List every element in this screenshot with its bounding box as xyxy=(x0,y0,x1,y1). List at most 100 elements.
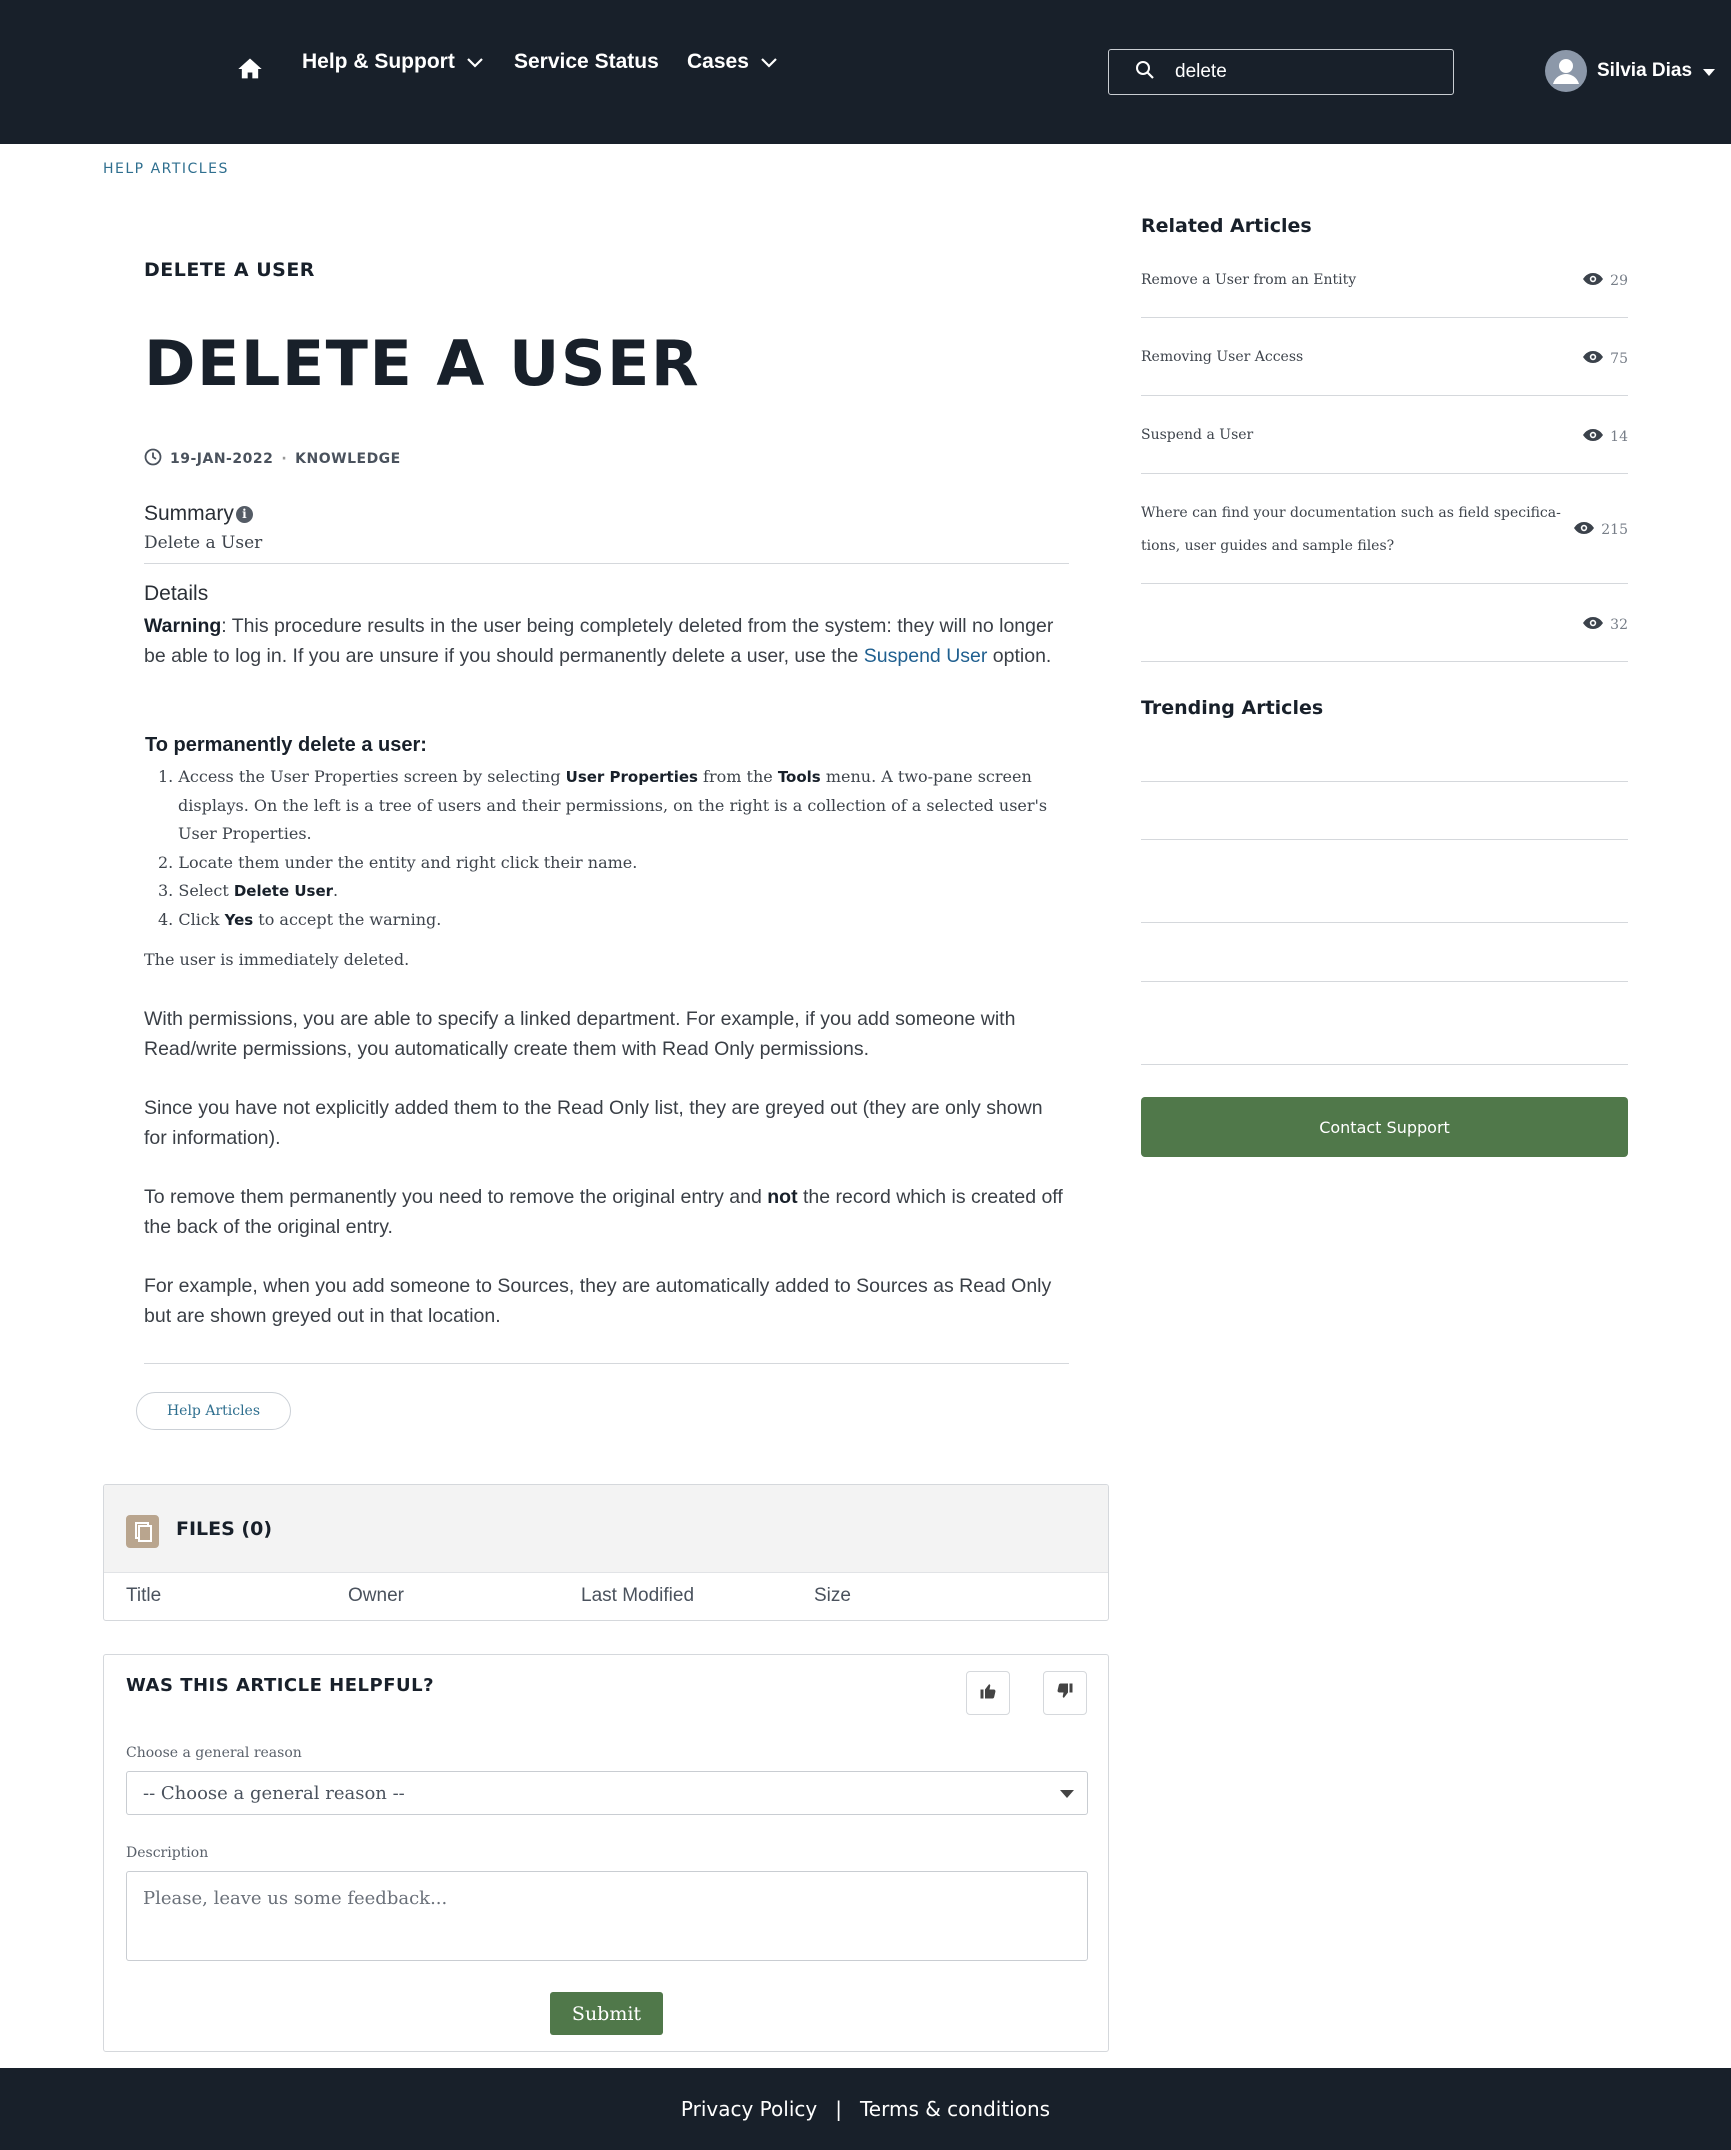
paragraph-read-only: Since you have not explicitly added them… xyxy=(144,1097,1043,1149)
nav-help-support-label: Help & Support xyxy=(302,50,455,73)
search-icon xyxy=(1135,60,1155,84)
feedback-title: WAS THIS ARTICLE HELPFUL? xyxy=(126,1675,435,1696)
suspend-user-link[interactable]: Suspend User xyxy=(864,645,988,667)
info-icon[interactable]: i xyxy=(235,505,253,523)
summary-label-text: Summary xyxy=(144,502,234,525)
reason-select[interactable]: -- Choose a general reason -- xyxy=(126,1771,1088,1815)
caret-down-icon xyxy=(1702,62,1716,81)
column-title[interactable]: Title xyxy=(126,1585,161,1607)
meta-separator: · xyxy=(281,451,288,467)
thumbs-down-button[interactable] xyxy=(1043,1671,1087,1715)
eye-icon xyxy=(1573,521,1595,539)
caret-down-icon xyxy=(1060,1790,1074,1798)
files-header: FILES (0) xyxy=(104,1485,1108,1573)
summary-label: Summary i xyxy=(144,502,253,526)
divider xyxy=(144,1363,1069,1364)
files-panel: FILES (0) Title Owner Last Modified Size xyxy=(103,1484,1109,1621)
reason-label: Choose a general reason xyxy=(126,1745,302,1761)
column-last-modified[interactable]: Last Modified xyxy=(581,1585,694,1607)
view-count: 32 xyxy=(1582,616,1628,634)
top-navbar: Help & Support Service Status Cases Silv… xyxy=(0,0,1731,144)
view-count: 14 xyxy=(1582,428,1628,446)
nav-cases[interactable]: Cases xyxy=(687,50,777,74)
thumbs-up-icon xyxy=(979,1682,997,1704)
view-count: 215 xyxy=(1573,521,1628,539)
privacy-policy-link[interactable]: Privacy Policy xyxy=(681,2097,817,2121)
files-icon xyxy=(126,1515,159,1548)
trending-article-item[interactable] xyxy=(1141,922,1628,923)
view-count: 29 xyxy=(1582,272,1628,290)
article-date: 19-JAN-2022 xyxy=(170,451,274,467)
list-item: 3. Select Delete User. xyxy=(158,881,339,900)
breadcrumb[interactable]: HELP ARTICLES xyxy=(103,161,229,177)
related-article-item[interactable]: Where can find your documentation such a… xyxy=(1141,475,1628,584)
steps-list: 1. Access the User Properties screen by … xyxy=(158,763,1058,934)
article-subtitle: DELETE A USER xyxy=(144,259,315,281)
related-article-title: Suspend a User xyxy=(1141,427,1254,443)
related-article-title: Removing User Access xyxy=(1141,349,1304,365)
nav-help-support[interactable]: Help & Support xyxy=(302,50,483,74)
files-title: FILES (0) xyxy=(176,1518,273,1540)
list-item: 1. Access the User Properties screen by … xyxy=(158,767,1048,843)
user-name: Silvia Dias xyxy=(1597,60,1693,81)
warning-label: Warning xyxy=(144,615,222,637)
related-article-item[interactable]: Remove a User from an Entity 29 xyxy=(1141,250,1628,318)
trending-article-item[interactable] xyxy=(1141,781,1628,782)
warning-tail: option. xyxy=(987,645,1052,667)
related-article-title: Remove a User from an Entity xyxy=(1141,272,1357,288)
related-article-item[interactable]: Removing User Access 75 xyxy=(1141,319,1628,396)
related-article-item[interactable]: Suspend a User 14 xyxy=(1141,397,1628,474)
trending-articles-heading: Trending Articles xyxy=(1141,697,1324,719)
related-articles-heading: Related Articles xyxy=(1141,215,1312,237)
details-label: Details xyxy=(144,582,209,605)
nav-service-status[interactable]: Service Status xyxy=(514,50,659,74)
summary-value: Delete a User xyxy=(144,533,263,553)
related-article-item[interactable]: 32 xyxy=(1141,585,1628,662)
article-category: KNOWLEDGE xyxy=(295,451,401,467)
footer-separator: | xyxy=(835,2097,842,2121)
paragraph-permissions: With permissions, you are able to specif… xyxy=(144,1008,1016,1060)
page-title: DELETE A USER xyxy=(144,327,701,400)
trending-article-item[interactable] xyxy=(1141,981,1628,982)
chevron-down-icon xyxy=(761,50,777,74)
reason-selected-value: -- Choose a general reason -- xyxy=(143,1782,405,1804)
divider xyxy=(144,563,1069,564)
nav-cases-label: Cases xyxy=(687,50,749,73)
nav-service-status-label: Service Status xyxy=(514,50,659,73)
description-field[interactable] xyxy=(126,1871,1088,1961)
contact-support-button[interactable]: Contact Support xyxy=(1141,1097,1628,1157)
trending-article-item[interactable] xyxy=(1141,1064,1628,1065)
list-item: 4. Click Yes to accept the warning. xyxy=(158,909,442,929)
footer: Privacy Policy | Terms & conditions xyxy=(0,2068,1731,2150)
related-article-title: Where can find your documentation such a… xyxy=(1141,505,1561,554)
topic-tag-help-articles[interactable]: Help Articles xyxy=(136,1392,291,1430)
paragraph-sources: For example, when you add someone to Sou… xyxy=(144,1275,1052,1327)
search-input[interactable] xyxy=(1175,61,1425,83)
list-item: 2. Locate them under the entity and righ… xyxy=(158,852,638,872)
steps-heading: To permanently delete a user: xyxy=(145,734,427,756)
search-box[interactable] xyxy=(1108,49,1454,95)
feedback-panel: WAS THIS ARTICLE HELPFUL? Choose a gener… xyxy=(103,1654,1109,2052)
column-size[interactable]: Size xyxy=(814,1585,851,1607)
deleted-note: The user is immediately deleted. xyxy=(144,950,410,969)
clock-icon xyxy=(144,448,162,470)
warning-paragraph: Warning: This procedure results in the u… xyxy=(144,611,1069,671)
description-label: Description xyxy=(126,1845,209,1861)
eye-icon xyxy=(1582,350,1604,368)
trending-article-item[interactable] xyxy=(1141,839,1628,840)
thumbs-down-icon xyxy=(1056,1682,1074,1704)
user-avatar-icon xyxy=(1545,50,1587,92)
chevron-down-icon xyxy=(467,50,483,74)
thumbs-up-button[interactable] xyxy=(966,1671,1010,1715)
eye-icon xyxy=(1582,272,1604,290)
article-meta: 19-JAN-2022 · KNOWLEDGE xyxy=(144,448,401,470)
user-menu[interactable]: Silvia Dias xyxy=(1545,50,1716,92)
view-count: 75 xyxy=(1582,350,1628,368)
paragraph-remove: To remove them permanently you need to r… xyxy=(144,1186,1063,1238)
eye-icon xyxy=(1582,616,1604,634)
terms-link[interactable]: Terms & conditions xyxy=(860,2097,1050,2121)
eye-icon xyxy=(1582,428,1604,446)
submit-button[interactable]: Submit xyxy=(550,1992,663,2035)
column-owner[interactable]: Owner xyxy=(348,1585,404,1607)
home-icon[interactable] xyxy=(236,54,264,84)
